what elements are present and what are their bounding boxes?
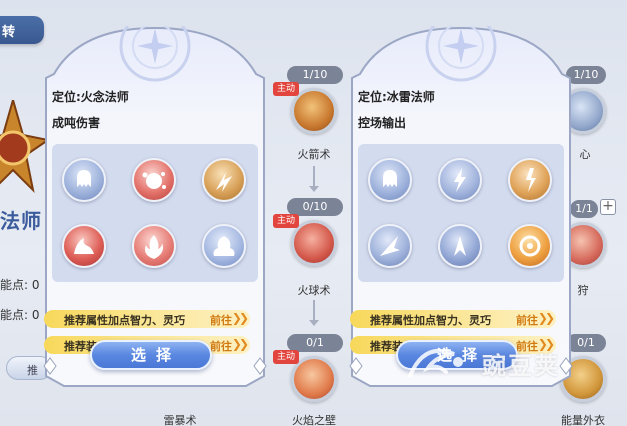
ice-ghost-icon[interactable] — [368, 158, 412, 202]
fire-orb-icon[interactable] — [132, 158, 176, 202]
skill-name: 雷暴术 — [163, 414, 197, 426]
lightning-icon[interactable] — [438, 158, 482, 202]
class-name: 法师 — [0, 209, 42, 233]
thunder-burst-icon[interactable] — [508, 158, 552, 202]
fire-ring-icon[interactable] — [508, 224, 552, 268]
class-role-text: 定位:火念法师 — [52, 90, 129, 104]
class-style-text: 成吨伤害 — [52, 116, 101, 130]
fire-burst-icon[interactable] — [202, 158, 246, 202]
double-chevron-right-icon: ❯❯ — [231, 311, 249, 325]
class-card-ice-mage: 定位:冰雷法师 控场输出 推荐属性加点智力、灵巧 前往 ❯❯ 推荐装备 前往 ❯… — [346, 26, 576, 388]
ice-spike-icon[interactable] — [368, 224, 412, 268]
fire-pillar-icon[interactable] — [132, 224, 176, 268]
flame-wave-icon[interactable] — [62, 224, 106, 268]
double-chevron-right-icon: ❯❯ — [537, 311, 555, 325]
active-tag: 主动 — [273, 350, 299, 364]
class-role-text: 定位:冰雷法师 — [358, 90, 435, 104]
fire-ghost-icon[interactable] — [62, 158, 106, 202]
skill-name: 火焰之壁 — [292, 414, 336, 426]
skill-preview-grid — [52, 144, 258, 282]
skill-points-label: 能点: 0 — [0, 278, 40, 292]
class-style-text: 控场输出 — [358, 116, 407, 130]
frost-shard-icon[interactable] — [438, 224, 482, 268]
select-button[interactable]: 选择 — [90, 340, 212, 370]
add-point-button[interactable]: + — [600, 199, 616, 215]
skill-preview-grid — [358, 144, 564, 282]
recommend-button-label: 推 — [27, 364, 38, 377]
ability-points-label: 能点: 0 — [0, 308, 40, 322]
recommended-attributes-row[interactable]: 推荐属性加点智力、灵巧 前往 ❯❯ — [350, 310, 556, 328]
recommended-attributes-label: 推荐属性加点智力、灵巧 — [64, 314, 185, 327]
goto-link[interactable]: 前往 — [516, 312, 538, 328]
job-change-tab-label: 转 — [2, 25, 16, 40]
active-tag: 主动 — [273, 82, 299, 96]
skill-connector-arrow — [309, 300, 319, 326]
recommended-attributes-label: 推荐属性加点智力、灵巧 — [370, 314, 491, 327]
skill-connector-arrow — [309, 166, 319, 192]
goto-link[interactable]: 前往 — [210, 312, 232, 328]
skill-name: 能量外衣 — [561, 414, 605, 426]
skill-name: 火球术 — [297, 284, 331, 297]
goto-link[interactable]: 前往 — [210, 338, 232, 354]
skill-name: 火箭术 — [297, 148, 331, 161]
class-card-fire-mage: 定位:火念法师 成吨伤害 推荐属性加点智力、灵巧 前往 ❯❯ 推荐装备 前往 ❯… — [40, 26, 270, 388]
watermark-text: 豌豆荚 — [482, 352, 560, 380]
job-change-tab[interactable]: 转 — [0, 16, 44, 44]
recommended-attributes-row[interactable]: 推荐属性加点智力、灵巧 前往 ❯❯ — [44, 310, 250, 328]
flame-spirit-icon[interactable] — [202, 224, 246, 268]
double-chevron-right-icon: ❯❯ — [231, 337, 249, 351]
active-tag: 主动 — [273, 214, 299, 228]
